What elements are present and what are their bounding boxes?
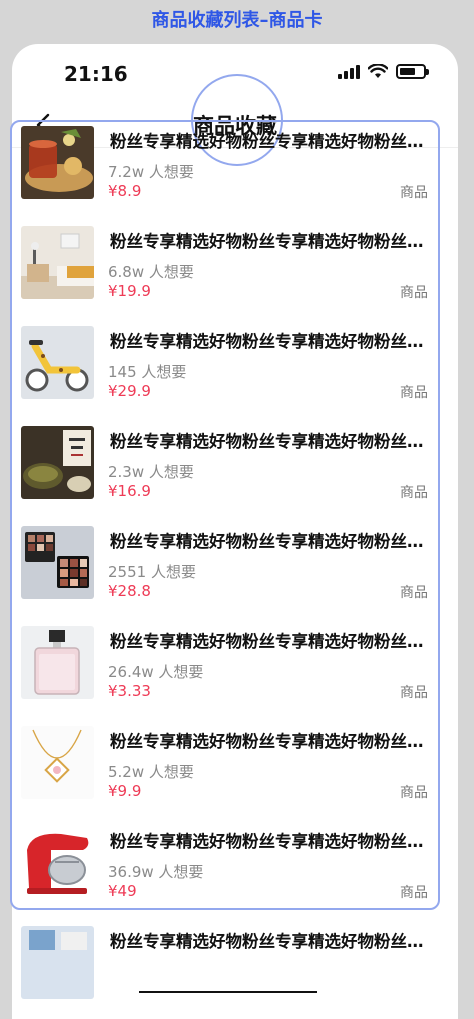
product-price: ¥8.9 xyxy=(108,182,142,200)
product-title: 粉丝专享精选好物粉丝专享精选好物粉丝专享精选好物 xyxy=(110,732,428,751)
status-time: 21:16 xyxy=(64,62,128,86)
product-list: 粉丝专享精选好物粉丝专享精选好物粉丝专享精选好物 7.2w 人想要 ¥8.9 商… xyxy=(20,124,432,1019)
product-wants: 6.8w 人想要 xyxy=(108,263,194,281)
product-wants: 36.9w 人想要 xyxy=(108,863,204,881)
product-title: 粉丝专享精选好物粉丝专享精选好物粉丝专享精选好物 xyxy=(110,432,428,451)
product-image-necklace xyxy=(21,726,94,799)
product-title: 粉丝专享精选好物粉丝专享精选好物粉丝专享精选好物 xyxy=(110,532,428,551)
product-title: 粉丝专享精选好物粉丝专享精选好物粉丝专享精选好物 xyxy=(110,632,428,651)
battery-icon xyxy=(396,64,429,79)
product-card[interactable]: 粉丝专享精选好物粉丝专享精选好物粉丝专享精选好物 7.2w 人想要 ¥8.9 商… xyxy=(20,124,432,224)
product-title: 粉丝专享精选好物粉丝专享精选好物粉丝专享精选好物 xyxy=(110,932,428,951)
product-image-partial-item xyxy=(21,926,94,999)
product-card[interactable]: 粉丝专享精选好物粉丝专享精选好物粉丝专享精选好物 6.8w 人想要 ¥19.9 … xyxy=(20,224,432,324)
product-wants: 145 人想要 xyxy=(108,363,187,381)
status-icons xyxy=(338,64,429,79)
product-tag: 商品 xyxy=(400,785,428,801)
product-title: 粉丝专享精选好物粉丝专享精选好物粉丝专享精选好物 xyxy=(110,132,428,151)
product-card[interactable]: 粉丝专享精选好物粉丝专享精选好物粉丝专享精选好物 2551 人想要 ¥28.8 … xyxy=(20,524,432,624)
product-image-bedroom xyxy=(21,226,94,299)
product-wants: 7.2w 人想要 xyxy=(108,163,194,181)
signal-icon xyxy=(338,64,360,79)
product-card[interactable]: 粉丝专享精选好物粉丝专享精选好物粉丝专享精选好物 2.3w 人想要 ¥16.9 … xyxy=(20,424,432,524)
product-tag: 商品 xyxy=(400,585,428,601)
product-wants: 2.3w 人想要 xyxy=(108,463,194,481)
product-price: ¥28.8 xyxy=(108,582,151,600)
product-price: ¥29.9 xyxy=(108,382,151,400)
product-card[interactable]: 粉丝专享精选好物粉丝专享精选好物粉丝专享精选好物 5.2w 人想要 ¥9.9 商… xyxy=(20,724,432,824)
product-price: ¥9.9 xyxy=(108,782,142,800)
product-image-balance-bike xyxy=(21,326,94,399)
product-tag: 商品 xyxy=(400,485,428,501)
product-card[interactable]: 粉丝专享精选好物粉丝专享精选好物粉丝专享精选好物 26.4w 人想要 ¥3.33… xyxy=(20,624,432,724)
product-tag: 商品 xyxy=(400,685,428,701)
product-card[interactable]: 粉丝专享精选好物粉丝专享精选好物粉丝专享精选好物 36.9w 人想要 ¥49 商… xyxy=(20,824,432,924)
product-price: ¥3.33 xyxy=(108,682,151,700)
product-tag: 商品 xyxy=(400,885,428,901)
product-tag: 商品 xyxy=(400,385,428,401)
product-title: 粉丝专享精选好物粉丝专享精选好物粉丝专享精选好物 xyxy=(110,832,428,851)
product-wants: 26.4w 人想要 xyxy=(108,663,204,681)
product-image-eyeshadow xyxy=(21,526,94,599)
product-price: ¥16.9 xyxy=(108,482,151,500)
product-price: ¥19.9 xyxy=(108,282,151,300)
product-card[interactable]: 粉丝专享精选好物粉丝专享精选好物粉丝专享精选好物 145 人想要 ¥29.9 商… xyxy=(20,324,432,424)
product-tag: 商品 xyxy=(400,185,428,201)
status-bar: 21:16 xyxy=(12,44,458,100)
product-image-dessert-tea xyxy=(21,126,94,199)
product-wants: 5.2w 人想要 xyxy=(108,763,194,781)
wifi-icon xyxy=(368,64,388,78)
product-image-tea-leaves xyxy=(21,426,94,499)
product-price: ¥49 xyxy=(108,882,137,900)
product-tag: 商品 xyxy=(400,285,428,301)
product-card[interactable]: 粉丝专享精选好物粉丝专享精选好物粉丝专享精选好物 xyxy=(20,924,432,1019)
product-image-stand-mixer xyxy=(21,826,94,899)
annotation-underline xyxy=(139,991,317,993)
product-title: 粉丝专享精选好物粉丝专享精选好物粉丝专享精选好物 xyxy=(110,332,428,351)
product-title: 粉丝专享精选好物粉丝专享精选好物粉丝专享精选好物 xyxy=(110,232,428,251)
annotation-title: 商品收藏列表–商品卡 xyxy=(151,10,323,31)
product-wants: 2551 人想要 xyxy=(108,563,196,581)
product-image-perfume xyxy=(21,626,94,699)
